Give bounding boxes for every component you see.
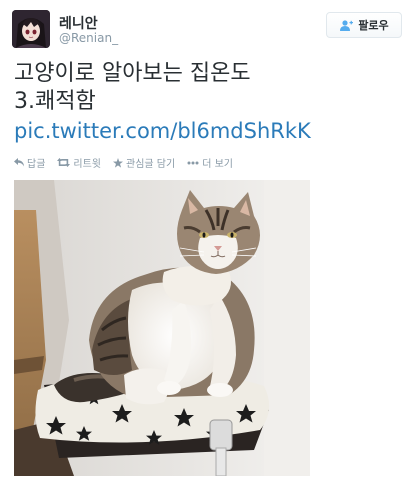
reply-action[interactable]: 답글 xyxy=(14,155,45,170)
star-icon xyxy=(113,157,124,168)
avatar[interactable] xyxy=(12,10,50,48)
tweet-actions: 답글 리트윗 관심글 담기 더 보기 xyxy=(14,155,245,170)
tweet-media-link[interactable]: pic.twitter.com/bl6mdShRkK xyxy=(14,117,311,145)
display-name[interactable]: 레니안 xyxy=(59,13,98,33)
favorite-label: 관심글 담기 xyxy=(126,159,176,170)
more-action[interactable]: 더 보기 xyxy=(187,155,233,170)
reply-label: 답글 xyxy=(27,159,46,170)
more-label: 더 보기 xyxy=(202,159,233,170)
favorite-action[interactable]: 관심글 담기 xyxy=(113,155,175,170)
tweet-line-1: 고양이로 알아보는 집온도 xyxy=(14,61,251,86)
retweet-action[interactable]: 리트윗 xyxy=(57,155,101,170)
tweet-card: 레니안 @Renian_ 팔로우 고양이로 알아보는 집온도 3.쾌적함 pic… xyxy=(0,0,420,487)
follow-button[interactable]: 팔로우 xyxy=(326,12,402,38)
tweet-photo[interactable] xyxy=(14,180,310,476)
cat-photo xyxy=(14,180,310,476)
tweet-line-2: 3.쾌적함 xyxy=(14,89,96,114)
tweet-text: 고양이로 알아보는 집온도 3.쾌적함 xyxy=(14,60,409,116)
retweet-label: 리트윗 xyxy=(73,159,102,170)
reply-icon xyxy=(14,158,24,167)
more-icon xyxy=(187,161,199,164)
add-user-icon xyxy=(339,19,354,31)
anime-avatar-icon xyxy=(12,10,50,48)
user-handle[interactable]: @Renian_ xyxy=(59,31,118,45)
follow-button-label: 팔로우 xyxy=(358,19,389,32)
retweet-icon xyxy=(57,158,71,167)
